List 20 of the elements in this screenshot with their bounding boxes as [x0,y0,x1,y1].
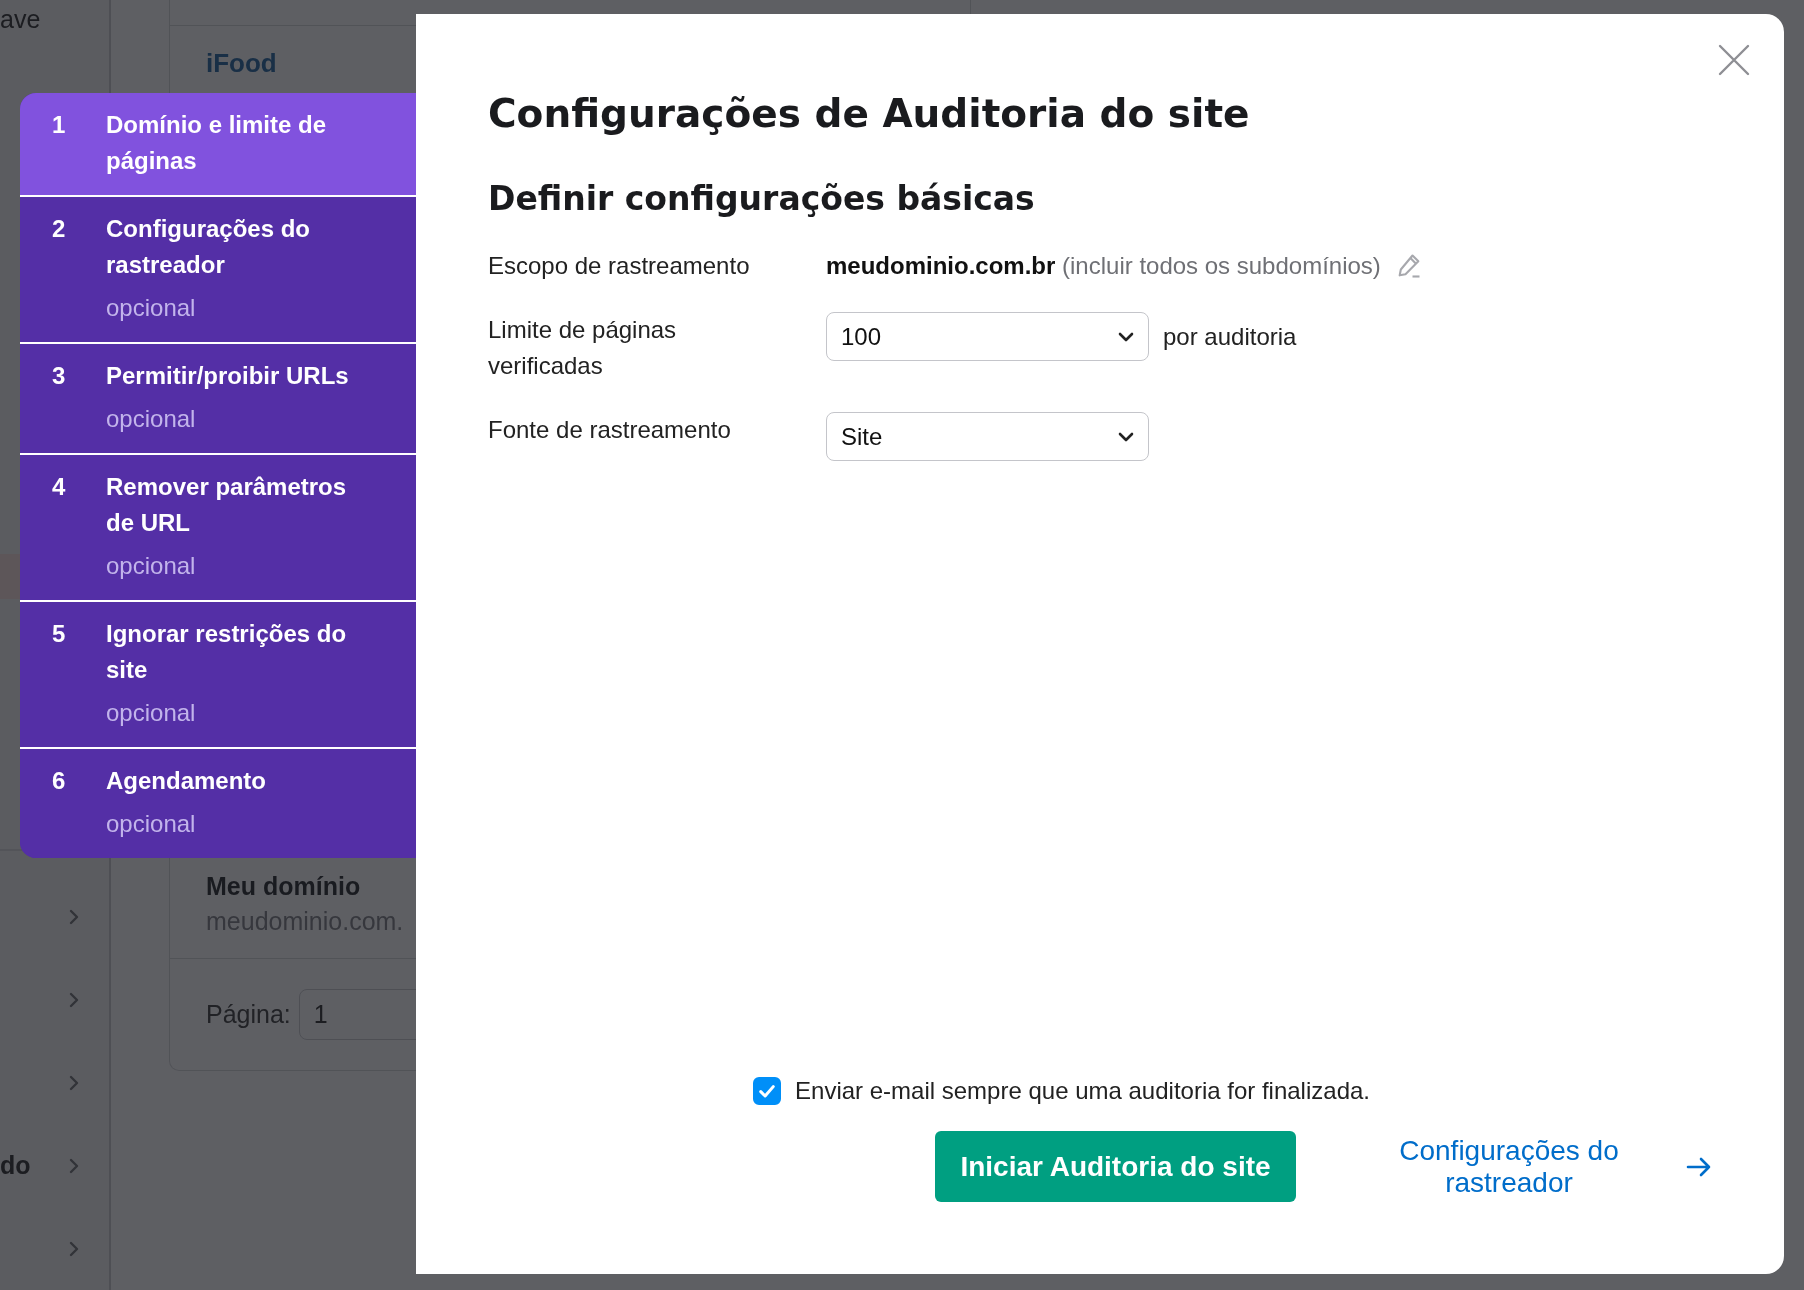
section-heading: Definir configurações básicas [488,178,1036,220]
checkbox[interactable] [753,1077,782,1105]
field-label: Fonte de rastreamento [488,415,732,445]
sidebar-text: ave [0,4,42,35]
sidebar-label: do [0,1151,31,1180]
unit-label: por auditoria [1163,322,1297,351]
step-item[interactable]: 1 Domínio e limite de páginas [20,93,416,195]
arrow-right-icon[interactable] [1686,1156,1712,1177]
scope-text: meudominio.com.br (incluir todos os subdomínios) [826,251,1381,281]
field-label: Escopo de rastreamento [488,251,751,281]
checkbox-label: Enviar e-mail sempre que uma auditoria for finalizada. [795,1077,1370,1105]
close-icon[interactable] [1718,44,1750,76]
next-link[interactable]: Configurações do rastreador [1384,1134,1634,1199]
step-item[interactable]: 6 Agendamento opcional [20,747,416,858]
dropdown[interactable]: 100 [826,312,1149,361]
dropdown[interactable]: Site [826,412,1149,461]
page-label: Página: [206,1000,291,1029]
dialog-title: Configurações de Auditoria do site [488,90,1251,138]
field-label: Limite de páginas verificadas [488,315,678,381]
domain-name: Meu domínio [206,872,362,901]
